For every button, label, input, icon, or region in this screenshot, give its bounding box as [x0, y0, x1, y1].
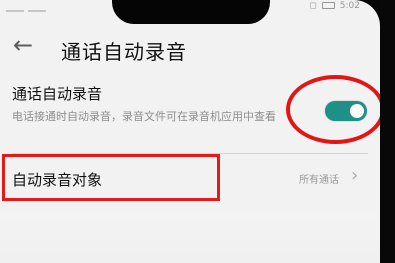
auto-record-title: 通话自动录音: [12, 85, 103, 103]
record-target-value: 所有通话: [299, 175, 339, 186]
record-target-label: 自动录音对象: [12, 171, 103, 189]
network-icon: [28, 2, 46, 12]
phone-screen: ◻ 5:02 ← 通话自动录音 通话自动录音 电话接通时自动录音，录音文件可在录…: [0, 0, 380, 263]
settings-header: ← 通话自动录音: [0, 28, 380, 68]
camera-notch: [112, 0, 270, 24]
auto-record-toggle[interactable]: [325, 101, 367, 121]
page-title: 通话自动录音: [61, 40, 187, 64]
empty-settings-area: [0, 213, 380, 263]
status-bar-right: ◻ 5:02: [309, 0, 360, 11]
battery-icon: [321, 2, 335, 9]
auto-record-description: 电话接通时自动录音，录音文件可在录音机应用中查看: [12, 110, 276, 123]
status-time: 5:02: [339, 0, 360, 11]
toggle-highlight-circle: [286, 75, 380, 144]
toggle-knob: [350, 104, 364, 118]
arrow-left-icon: ←: [12, 31, 34, 59]
phone-bezel: [380, 0, 395, 263]
back-button[interactable]: ←: [9, 31, 37, 59]
status-bar-left: [6, 0, 46, 12]
signal-icon: [6, 2, 24, 12]
notification-icon: ◻: [309, 0, 317, 11]
record-target-row[interactable]: 自动录音对象 所有通话 ›: [0, 154, 380, 208]
chevron-right-icon: ›: [351, 165, 359, 186]
